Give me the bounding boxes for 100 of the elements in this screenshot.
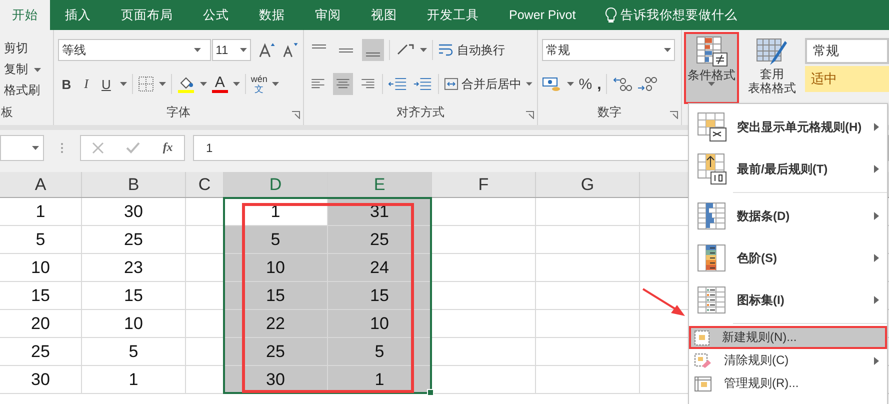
grow-font-icon[interactable] bbox=[258, 41, 276, 59]
table-cell: 30 bbox=[82, 198, 186, 226]
cell-style-item[interactable]: 常规 bbox=[805, 38, 889, 64]
table-cell: 25 bbox=[328, 226, 432, 254]
ribbon-tab[interactable]: 页面布局 bbox=[106, 0, 188, 30]
ribbon-tab[interactable]: 视图 bbox=[356, 0, 412, 30]
borders-icon[interactable] bbox=[138, 76, 154, 92]
ribbon-tab[interactable]: 公式 bbox=[188, 0, 244, 30]
dialog-launcher-icon[interactable] bbox=[526, 111, 534, 119]
table-cell: 22 bbox=[224, 310, 328, 338]
format-as-table-button[interactable]: 套用 表格格式 bbox=[743, 32, 801, 104]
menu-item[interactable]: 新建规则(N)... bbox=[689, 326, 887, 349]
column-header[interactable]: E bbox=[328, 172, 432, 197]
italic-button[interactable]: I bbox=[80, 76, 92, 92]
number-format-field[interactable]: 常规 bbox=[542, 39, 675, 61]
wrap-text-icon[interactable] bbox=[438, 42, 454, 58]
align-center-icon[interactable] bbox=[332, 73, 352, 95]
clipboard-command[interactable]: 格式刷 bbox=[4, 82, 40, 99]
caret-icon[interactable] bbox=[664, 48, 671, 52]
conditional-formatting-button[interactable]: 条件格式 bbox=[684, 32, 739, 104]
caret-icon[interactable] bbox=[566, 82, 574, 86]
menu-item[interactable]: 图标集(I) bbox=[689, 279, 887, 321]
menu-item[interactable]: 管理规则(R)... bbox=[689, 372, 887, 395]
table-cell: 25 bbox=[82, 226, 186, 254]
table-cell: 15 bbox=[224, 282, 328, 310]
ribbon-tab[interactable]: 开发工具 bbox=[412, 0, 494, 30]
column-header[interactable]: G bbox=[536, 172, 640, 197]
column-header[interactable]: D bbox=[224, 172, 328, 197]
menu-item[interactable]: 清除规则(C) bbox=[689, 349, 887, 372]
data-bars-icon bbox=[697, 202, 727, 230]
table-cell: 10 bbox=[224, 254, 328, 282]
table-cell: 1 bbox=[82, 366, 186, 394]
tell-me-field[interactable]: 告诉我你想要做什么 bbox=[620, 6, 738, 24]
table-cell: 10 bbox=[0, 254, 82, 282]
column-header[interactable]: F bbox=[432, 172, 536, 197]
merge-center-button[interactable]: 合并后居中 bbox=[461, 76, 522, 92]
table-cell: 15 bbox=[82, 282, 186, 310]
increase-indent-icon[interactable] bbox=[413, 76, 434, 92]
caret-icon[interactable] bbox=[708, 82, 715, 86]
icon-sets-icon bbox=[697, 286, 727, 314]
shrink-font-icon[interactable] bbox=[281, 41, 299, 59]
manage-rules-icon bbox=[694, 376, 712, 392]
increase-decimal-icon[interactable] bbox=[612, 75, 632, 93]
decrease-decimal-icon[interactable] bbox=[637, 75, 658, 93]
table-cell: 24 bbox=[328, 254, 432, 282]
column-header[interactable]: A bbox=[0, 172, 82, 197]
font-color-button[interactable]: A bbox=[212, 75, 228, 93]
table-cell: 30 bbox=[0, 366, 82, 394]
fill-color-icon[interactable] bbox=[176, 75, 195, 93]
ribbon-tab[interactable]: 插入 bbox=[50, 0, 106, 30]
font-size-field[interactable]: 11 bbox=[212, 39, 252, 61]
group-label: 对齐方式 bbox=[395, 104, 446, 121]
clipboard-command[interactable]: 剪切 bbox=[4, 40, 28, 57]
caret-icon[interactable] bbox=[194, 48, 201, 52]
caret-icon[interactable] bbox=[200, 82, 207, 86]
decrease-indent-icon[interactable] bbox=[388, 76, 408, 92]
caret-icon[interactable] bbox=[34, 68, 41, 72]
caret-icon[interactable] bbox=[120, 82, 127, 86]
currency-icon[interactable] bbox=[542, 75, 562, 93]
phonetic-button[interactable]: wén 文 bbox=[250, 74, 268, 94]
lightbulb-icon bbox=[604, 7, 617, 23]
table-brush-icon bbox=[755, 37, 789, 67]
comma-button[interactable]: , bbox=[597, 76, 602, 92]
insert-function-button[interactable]: fx bbox=[162, 140, 173, 155]
ribbon-tab[interactable]: Power Pivot bbox=[494, 0, 591, 30]
caret-icon[interactable] bbox=[420, 48, 427, 52]
dialog-launcher-icon[interactable] bbox=[292, 111, 300, 119]
table-cell: 15 bbox=[0, 282, 82, 310]
table-cell: 10 bbox=[328, 310, 432, 338]
caret-icon[interactable] bbox=[158, 82, 166, 86]
caret-icon[interactable] bbox=[232, 82, 240, 86]
caret-icon[interactable] bbox=[240, 48, 248, 52]
merge-center-icon[interactable] bbox=[444, 76, 458, 92]
clipboard-command[interactable]: 复制 bbox=[4, 61, 28, 78]
caret-icon[interactable] bbox=[272, 82, 280, 86]
bold-button[interactable]: B bbox=[58, 76, 76, 92]
menu-item[interactable]: 色阶(S) bbox=[689, 237, 887, 279]
highlight-rules-icon bbox=[697, 112, 727, 142]
table-cell: 15 bbox=[328, 282, 432, 310]
table-cell: 5 bbox=[328, 338, 432, 366]
table-cell: 25 bbox=[0, 338, 82, 366]
ribbon-tab[interactable]: 数据 bbox=[244, 0, 300, 30]
table-cell: 1 bbox=[0, 198, 82, 226]
wrap-text-button[interactable]: 自动换行 bbox=[456, 42, 505, 58]
percent-button[interactable]: % bbox=[578, 76, 592, 92]
column-header[interactable]: B bbox=[82, 172, 186, 197]
dialog-launcher-icon[interactable] bbox=[670, 111, 678, 119]
bottom-align-icon[interactable] bbox=[362, 39, 384, 61]
ribbon-tab[interactable]: 开始 bbox=[0, 0, 50, 30]
caret-icon[interactable] bbox=[526, 82, 533, 86]
underline-button[interactable]: U bbox=[97, 76, 115, 92]
menu-item[interactable]: 数据条(D) bbox=[689, 195, 887, 237]
color-scales-icon bbox=[697, 244, 727, 272]
caret-icon[interactable] bbox=[32, 146, 39, 150]
font-name-field[interactable]: 等线 bbox=[58, 39, 211, 61]
ribbon-tab[interactable]: 审阅 bbox=[300, 0, 356, 30]
table-cell: 5 bbox=[82, 338, 186, 366]
table-cell: 5 bbox=[224, 226, 328, 254]
annotation-arrow bbox=[641, 287, 687, 317]
cell-style-item[interactable]: 适中 bbox=[805, 66, 889, 92]
